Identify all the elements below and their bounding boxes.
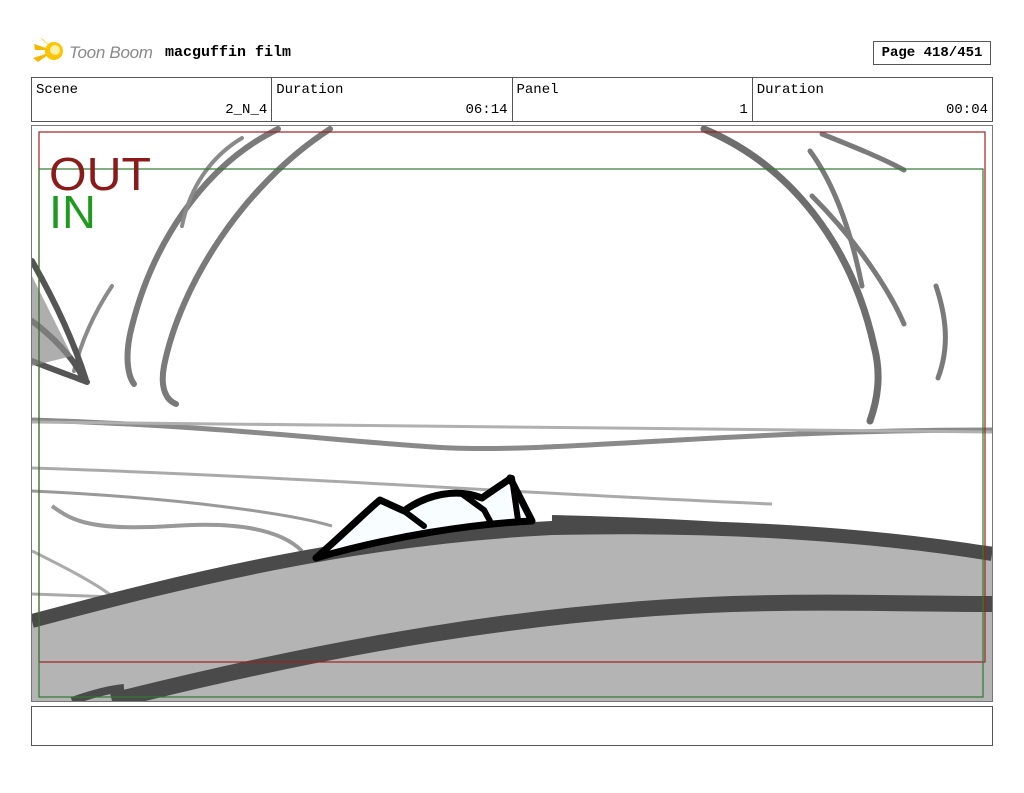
ground-fill xyxy=(32,526,992,701)
project-title: macguffin film xyxy=(165,44,292,61)
scene-duration-cell: Duration 06:14 xyxy=(272,78,513,121)
arc-stroke-left-small xyxy=(180,136,244,228)
storyboard-panel: OUT IN xyxy=(31,125,993,702)
scene-cell: Scene 2_N_4 xyxy=(32,78,273,121)
panel-label: Panel xyxy=(516,82,559,98)
scene-duration-value: 06:14 xyxy=(465,102,508,118)
panel-duration-value: 00:04 xyxy=(945,102,988,118)
panel-sketch: OUT IN xyxy=(32,126,992,701)
panel-duration-cell: Duration 00:04 xyxy=(753,78,992,121)
page-number: Page 418/451 xyxy=(873,41,991,65)
panel-duration-label: Duration xyxy=(756,82,824,98)
arc-stroke-left-inner xyxy=(159,126,333,407)
panel-value: 1 xyxy=(739,102,748,118)
arc-stroke-right-outer xyxy=(700,126,882,425)
arc-stroke-right-top xyxy=(819,131,907,173)
panel-cell: Panel 1 xyxy=(513,78,753,121)
brand-name: Toon Boom xyxy=(69,43,153,62)
panel-notes-box xyxy=(31,706,993,746)
scene-info-table: Scene 2_N_4 Duration 06:14 Panel 1 Durat… xyxy=(31,77,993,122)
arc-stroke-right-small xyxy=(933,283,948,381)
toon-boom-logo: Toon Boom xyxy=(32,36,153,70)
scene-value: 2_N_4 xyxy=(225,102,268,118)
lower-left-line xyxy=(32,549,113,598)
scene-duration-label: Duration xyxy=(276,82,344,98)
toon-boom-logo-icon xyxy=(32,36,66,71)
scene-label: Scene xyxy=(36,82,79,98)
in-label: IN xyxy=(49,186,96,238)
